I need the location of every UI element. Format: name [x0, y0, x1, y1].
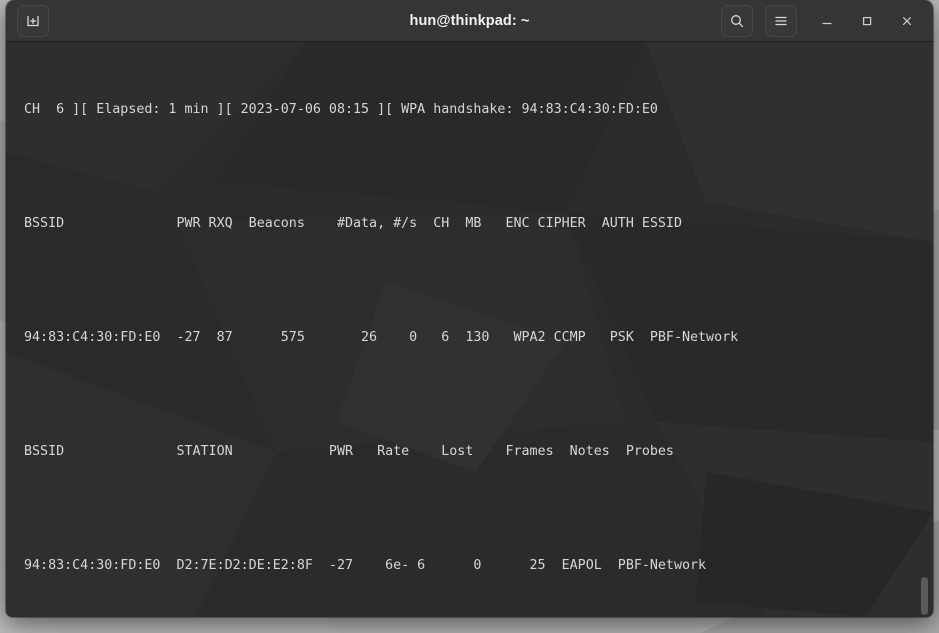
terminal-status-line: CH 6 ][ Elapsed: 1 min ][ 2023-07-06 08:…: [24, 102, 658, 117]
window-titlebar[interactable]: hun@thinkpad: ~: [6, 0, 933, 42]
new-tab-button[interactable]: [17, 4, 49, 37]
terminal-body[interactable]: CH 6 ][ Elapsed: 1 min ][ 2023-07-06 08:…: [6, 42, 933, 617]
terminal-scrollbar[interactable]: [918, 42, 931, 617]
terminal-text-output[interactable]: CH 6 ][ Elapsed: 1 min ][ 2023-07-06 08:…: [6, 42, 933, 613]
maximize-button[interactable]: [851, 5, 883, 37]
hamburger-menu-icon: [775, 16, 787, 25]
minimize-icon: [822, 22, 832, 24]
station-table-row: 94:83:C4:30:FD:E0 D2:7E:D2:DE:E2:8F -27 …: [24, 558, 707, 573]
minimize-button[interactable]: [811, 5, 843, 37]
search-button[interactable]: [721, 4, 753, 37]
close-button[interactable]: [891, 5, 923, 37]
terminal-scrollbar-thumb[interactable]: [921, 577, 928, 615]
new-tab-icon: [27, 15, 39, 26]
terminal-blank-line-3: [24, 385, 933, 404]
close-icon: [902, 16, 911, 25]
search-icon: [731, 14, 744, 27]
ap-table-header: BSSID PWR RXQ Beacons #Data, #/s CH MB E…: [24, 216, 682, 231]
terminal-blank-line-2: [24, 271, 933, 290]
ap-table-row: 94:83:C4:30:FD:E0 -27 87 575 26 0 6 130 …: [24, 330, 739, 345]
menu-button[interactable]: [765, 4, 797, 37]
terminal-blank-line-4: [24, 499, 933, 518]
maximize-icon: [862, 16, 872, 25]
station-table-header: BSSID STATION PWR Rate Lost Frames Notes…: [24, 444, 674, 459]
titlebar-right-controls: [721, 4, 933, 37]
terminal-blank-line-1: [24, 157, 933, 176]
terminal-window: hun@thinkpad: ~ CH 6][Elapsed: 1 min]…: [6, 0, 933, 617]
